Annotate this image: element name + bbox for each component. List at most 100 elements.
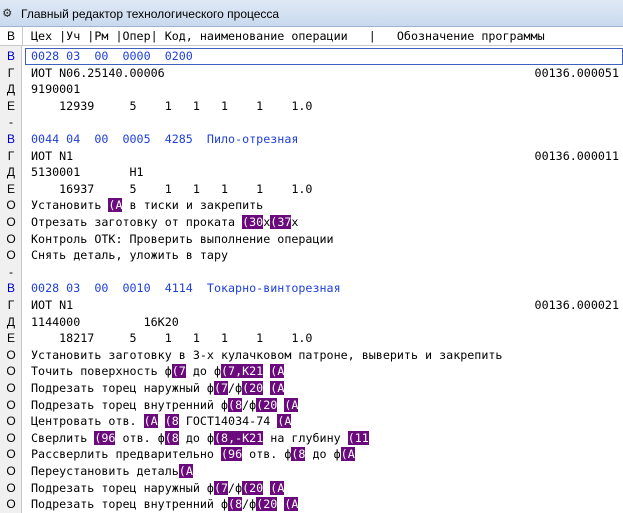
parameter-field[interactable]: (8 xyxy=(164,414,179,429)
line-text[interactable]: 5130001 Н1 xyxy=(31,164,144,181)
editor-line[interactable]: О Переустановить деталь(А xyxy=(0,463,623,480)
line-text[interactable]: Рассверлить предварительно (96 отв. ф(8 … xyxy=(31,446,355,463)
editor-line[interactable]: Д 9190001 xyxy=(0,81,623,98)
text-segment xyxy=(158,414,165,428)
parameter-field[interactable]: (А xyxy=(340,447,355,462)
editor-line[interactable]: Д 5130001 Н1 xyxy=(0,164,623,181)
parameter-field[interactable]: (7,K21 xyxy=(221,364,264,379)
text-segment: Сверлить xyxy=(31,430,95,445)
line-text[interactable]: ИОТ N06.25140.00006 xyxy=(31,65,165,82)
line-text[interactable]: Установить (А в тиски и закрепить xyxy=(31,197,263,214)
parameter-field[interactable]: (А xyxy=(270,364,285,379)
parameter-field[interactable]: (96 xyxy=(94,430,116,445)
editor-line[interactable]: Е 12939 5 1 1 1 1 1.0 xyxy=(0,98,623,115)
parameter-field[interactable]: (А xyxy=(178,464,193,478)
line-type-mark: Е xyxy=(6,98,15,113)
editor-line[interactable]: В 0028 03 00 0010 4114 Токарно-винторезна… xyxy=(0,280,623,297)
editor-line[interactable]: О Подрезать торец наружный ф(7/ф(20 (А xyxy=(0,380,623,397)
parameter-field[interactable]: (8 xyxy=(164,430,179,445)
line-text[interactable]: Контроль ОТК: Проверить выполнение опера… xyxy=(31,231,334,248)
line-text[interactable]: 0028 03 00 0010 4114 Токарно-винторезная xyxy=(31,280,341,297)
editor-line[interactable]: О Подрезать торец наружный ф(7/ф(20 (А xyxy=(0,480,623,497)
line-text[interactable]: Сверлить (96 отв. ф(8 до ф(8,-K21 на глу… xyxy=(31,430,369,447)
line-text[interactable]: Подрезать торец наружный ф(7/ф(20 (А xyxy=(31,480,285,497)
text-segment: ГОСТ14034-74 xyxy=(178,414,278,429)
editor-line[interactable]: - xyxy=(0,264,623,281)
parameter-field[interactable]: (20 xyxy=(242,381,264,395)
line-type-mark: Д xyxy=(6,314,16,329)
parameter-field[interactable]: (А xyxy=(284,397,299,412)
editor-line[interactable]: О Подрезать торец внутренний ф(8/ф(20 (А xyxy=(0,397,623,414)
parameter-field[interactable]: (А xyxy=(108,198,123,213)
editor-line[interactable]: О Сверлить (96 отв. ф(8 до ф(8,-K21 на гл… xyxy=(0,430,623,447)
parameter-field[interactable]: (8 xyxy=(291,447,306,462)
title-bar: ⚙ Главный редактор технологического проц… xyxy=(0,0,623,27)
line-text[interactable]: Точить поверхность ф(7 до ф(7,K21 (А xyxy=(31,363,285,380)
program-designation: 00136.000011 xyxy=(534,148,619,163)
parameter-field[interactable]: (7 xyxy=(213,480,229,495)
editor-line[interactable]: О Центровать отв. (А (8 ГОСТ14034-74 (А xyxy=(0,413,623,430)
line-text[interactable]: Подрезать торец внутренний ф(8/ф(20 (А xyxy=(31,397,299,414)
line-text[interactable]: 18217 5 1 1 1 1 1.0 xyxy=(31,330,312,347)
line-text[interactable]: Переустановить деталь(А xyxy=(31,463,193,480)
editor-line[interactable]: О Отрезать заготовку от проката (30x(37x xyxy=(0,214,623,231)
line-type-mark: О xyxy=(6,364,16,379)
parameter-field[interactable]: (А xyxy=(143,414,158,429)
editor-line[interactable]: О Снять деталь, уложить в тару xyxy=(0,247,623,264)
editor-line[interactable]: Г ИОТ N1 00136.000011 xyxy=(0,148,623,165)
line-type-mark: Д xyxy=(6,165,16,180)
editor-line[interactable]: В 0044 04 00 0005 4285 Пило-отрезная xyxy=(0,131,623,148)
parameter-field[interactable]: (А xyxy=(277,414,292,429)
line-text[interactable]: Подрезать торец наружный ф(7/ф(20 (А xyxy=(31,380,285,397)
text-segment: Подрезать торец наружный ф xyxy=(31,480,214,495)
line-text[interactable]: Подрезать торец внутренний ф(8/ф(20 (А xyxy=(31,496,299,513)
line-text[interactable]: Установить заготовку в 3-х кулачковом па… xyxy=(31,347,502,364)
line-type-mark: Г xyxy=(7,298,15,312)
parameter-field[interactable]: (А xyxy=(284,497,299,512)
editor-line[interactable]: Е 18217 5 1 1 1 1 1.0 xyxy=(0,330,623,347)
program-designation: 00136.000021 xyxy=(534,298,619,312)
parameter-field[interactable]: (7 xyxy=(213,381,229,395)
parameter-field[interactable]: (А xyxy=(270,381,285,395)
editor-line[interactable]: О Подрезать торец внутренний ф(8/ф(20 (А xyxy=(0,496,623,513)
editor-line[interactable]: О Контроль ОТК: Проверить выполнение опер… xyxy=(0,231,623,248)
editor-line[interactable]: О Точить поверхность ф(7 до ф(7,K21 (А xyxy=(0,363,623,380)
line-text[interactable]: Центровать отв. (А (8 ГОСТ14034-74 (А xyxy=(31,413,292,430)
editor-line[interactable]: О Рассверлить предварительно (96 отв. ф(8… xyxy=(0,446,623,463)
line-text[interactable]: ИОТ N1 xyxy=(31,148,73,165)
text-segment: в тиски и закрепить xyxy=(122,198,264,213)
column-header: В Цех |Уч |Рм |Опер| Код, наименование о… xyxy=(0,27,623,46)
editor-line[interactable]: О Установить (А в тиски и закрепить xyxy=(0,197,623,214)
parameter-field[interactable]: (8,-K21 xyxy=(214,430,264,445)
editor-line[interactable]: Д 1144000 16К20 xyxy=(0,314,623,331)
parameter-field[interactable]: (20 xyxy=(256,397,278,412)
line-text[interactable]: ИОТ N1 xyxy=(31,297,73,314)
editor-line[interactable]: О Установить заготовку в 3-х кулачковом п… xyxy=(0,347,623,364)
editor-line[interactable]: Е 16937 5 1 1 1 1 1.0 xyxy=(0,181,623,198)
editor-line[interactable]: Г ИОТ N1 00136.000021 xyxy=(0,297,623,314)
parameter-field[interactable]: (А xyxy=(270,480,285,495)
line-text[interactable]: 9190001 xyxy=(31,81,80,98)
line-text[interactable]: Отрезать заготовку от проката (30x(37x xyxy=(31,214,298,231)
editor-line[interactable]: В 0028 03 00 0000 0200 xyxy=(0,48,623,65)
line-text[interactable]: Снять деталь, уложить в тару xyxy=(31,247,228,264)
parameter-field[interactable]: (11 xyxy=(347,430,369,445)
line-type-mark: О xyxy=(6,215,16,229)
parameter-field[interactable]: (37 xyxy=(270,215,292,229)
parameter-field[interactable]: (8 xyxy=(228,397,243,412)
line-text[interactable]: 12939 5 1 1 1 1 1.0 xyxy=(31,98,312,115)
parameter-field[interactable]: (20 xyxy=(242,480,264,495)
line-text[interactable]: 0028 03 00 0000 0200 xyxy=(31,48,193,65)
line-type-mark: О xyxy=(6,447,16,462)
parameter-field[interactable]: (8 xyxy=(228,497,243,512)
editor-line[interactable]: Г ИОТ N06.25140.00006 00136.000051 xyxy=(0,65,623,82)
line-text[interactable]: 0044 04 00 0005 4285 Пило-отрезная xyxy=(31,131,298,148)
line-text[interactable]: 16937 5 1 1 1 1 1.0 xyxy=(31,181,312,198)
parameter-field[interactable]: (96 xyxy=(221,447,243,462)
line-text[interactable]: 1144000 16К20 xyxy=(31,314,179,331)
editor-line[interactable]: - xyxy=(0,114,623,131)
parameter-field[interactable]: (20 xyxy=(256,497,278,512)
parameter-field[interactable]: (30 xyxy=(242,215,264,229)
parameter-field[interactable]: (7 xyxy=(171,364,186,379)
line-type-mark: В xyxy=(6,281,15,296)
